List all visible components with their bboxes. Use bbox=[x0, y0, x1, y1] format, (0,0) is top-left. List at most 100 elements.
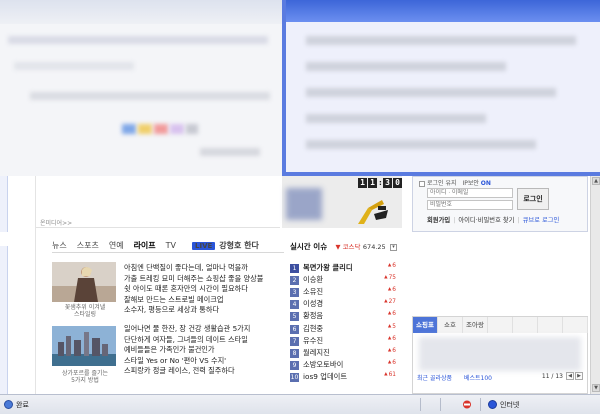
tab-extra[interactable] bbox=[488, 317, 513, 333]
find-account-link[interactable]: 아이디·비밀번호 찾기 bbox=[458, 217, 514, 224]
status-divider bbox=[440, 398, 441, 411]
issue-name[interactable]: 소유진 bbox=[303, 287, 323, 296]
prev-icon[interactable]: ◀ bbox=[566, 372, 574, 380]
blurred-popup bbox=[282, 0, 600, 176]
security-icon[interactable] bbox=[462, 400, 472, 409]
best-link[interactable]: 베스트100 bbox=[464, 375, 492, 382]
news-thumbnail[interactable] bbox=[52, 262, 116, 302]
news-thumbnail[interactable] bbox=[52, 326, 116, 366]
issue-rank: 9 bbox=[290, 360, 299, 370]
news-item[interactable]: 소수자, 평등으로 세상과 통하다 bbox=[124, 305, 284, 316]
banner-link[interactable]: 온미디어>> bbox=[40, 218, 72, 227]
issue-row[interactable]: 8 월레지진 6 bbox=[290, 348, 398, 359]
banner-box[interactable]: 온미디어>> bbox=[36, 176, 280, 228]
issue-row[interactable]: 10 ios9 업데이트 61 bbox=[290, 372, 398, 383]
news-item[interactable]: 예비들들은 가족인가 불건인가 bbox=[124, 345, 284, 356]
issue-name[interactable]: 황정음 bbox=[303, 311, 323, 320]
issue-change: 6 bbox=[388, 336, 396, 342]
issue-row[interactable]: 9 소방오토바이 6 bbox=[290, 360, 398, 371]
issue-row[interactable]: 6 김현중 5 bbox=[290, 324, 398, 335]
recent-link[interactable]: 최근 골라상품 bbox=[417, 375, 452, 382]
tab-news[interactable]: 뉴스 bbox=[52, 240, 67, 251]
issue-row[interactable]: 1 복면가왕 클리디 6 bbox=[290, 263, 398, 274]
tab-extra[interactable] bbox=[563, 317, 588, 333]
thumb-caption[interactable]: 꽃샘추위 이겨낼 스타일링 bbox=[50, 304, 120, 318]
scroll-down-icon[interactable]: ▼ bbox=[592, 384, 600, 392]
password-input[interactable] bbox=[427, 200, 513, 210]
news-item[interactable]: 일어나면 물 한잔, 장 건강 생활습관 5가지 bbox=[124, 324, 284, 335]
news-item[interactable]: 스피랑카 정글 레이스, 전력 질주하다 bbox=[124, 366, 284, 377]
issue-change: 61 bbox=[384, 372, 396, 378]
tab-shopping[interactable]: 쇼핑표 bbox=[413, 317, 438, 333]
news-item[interactable]: 아침엔 단백질이 좋다는데, 얼마나 먹을까 bbox=[124, 263, 284, 274]
tab-sports[interactable]: 스포츠 bbox=[77, 240, 99, 251]
fashion-photo-icon bbox=[52, 262, 116, 302]
shopping-tabs: 쇼핑표 쇼호 조아랑 bbox=[413, 317, 588, 333]
ip-security-label[interactable]: IP보안 bbox=[462, 180, 478, 187]
ip-security-toggle[interactable]: ON bbox=[481, 180, 491, 187]
id-input[interactable] bbox=[427, 188, 513, 198]
qr-login-link[interactable]: 큐브로 로그인 bbox=[523, 217, 560, 224]
issue-change: 27 bbox=[384, 299, 396, 305]
login-box: 로그인 유지 IP보안 ON 로그인 회원가입|아이디·비밀번호 찾기|큐브로 … bbox=[412, 176, 588, 232]
page-indicator: 11 / 13 bbox=[541, 373, 563, 380]
news-item[interactable]: 쉿 아이도 때론 혼자만의 시간이 필요하다 bbox=[124, 284, 284, 295]
issue-rank: 3 bbox=[290, 287, 299, 297]
tab-tv[interactable]: TV bbox=[166, 241, 176, 250]
news-item[interactable]: 단단하게 여자들, 그녀들의 데이트 스타일 bbox=[124, 335, 284, 346]
news-item[interactable]: 잘해보 만드는 스트로빌 메이크업 bbox=[124, 295, 284, 306]
keep-login-label[interactable]: 로그인 유지 bbox=[427, 180, 457, 187]
login-options: 로그인 유지 IP보안 ON bbox=[419, 178, 491, 187]
rail-strip bbox=[0, 246, 8, 394]
blurred-products bbox=[419, 337, 581, 371]
clock-digit: 1 bbox=[368, 178, 377, 188]
tab-life[interactable]: 라이프 bbox=[134, 240, 156, 251]
issue-name[interactable]: 월레지진 bbox=[303, 348, 330, 357]
vertical-scrollbar[interactable]: ▲ ▼ bbox=[590, 176, 600, 394]
tab-extra[interactable] bbox=[513, 317, 538, 333]
tab-joarang[interactable]: 조아랑 bbox=[463, 317, 488, 333]
dropdown-icon[interactable]: ▾ bbox=[390, 243, 398, 251]
tab-entertainment[interactable]: 연예 bbox=[109, 240, 124, 251]
issue-name[interactable]: 복면가왕 클리디 bbox=[303, 263, 353, 272]
kospi-label: ▼ 코스닥 bbox=[335, 243, 361, 251]
scroll-up-icon[interactable]: ▲ bbox=[592, 177, 600, 185]
news-nav-tabs: 뉴스 스포츠 연예 라이프 TV LIVE 강형호 한다 bbox=[52, 240, 259, 251]
keep-login-checkbox[interactable] bbox=[419, 180, 425, 187]
issue-rank: 6 bbox=[290, 324, 299, 334]
issue-rank: 8 bbox=[290, 348, 299, 358]
issue-change: 6 bbox=[388, 311, 396, 317]
issue-name[interactable]: ios9 업데이트 bbox=[303, 372, 347, 381]
issue-name[interactable]: 김현중 bbox=[303, 324, 323, 333]
issue-row[interactable]: 5 황정음 6 bbox=[290, 311, 398, 322]
blur-bar bbox=[30, 92, 270, 100]
issue-change: 6 bbox=[388, 360, 396, 366]
clock-separator: : bbox=[378, 178, 383, 187]
signup-link[interactable]: 회원가입 bbox=[427, 217, 450, 224]
issues-title[interactable]: 실시간 이슈 bbox=[290, 242, 327, 251]
promo-banner[interactable]: 1 1 : 3 0 bbox=[282, 176, 402, 228]
issue-row[interactable]: 7 유수진 6 bbox=[290, 336, 398, 347]
issue-name[interactable]: 유수진 bbox=[303, 336, 323, 345]
issue-name[interactable]: 이성경 bbox=[303, 299, 323, 308]
issue-name[interactable]: 소방오토바이 bbox=[303, 360, 343, 369]
live-badge[interactable]: LIVE bbox=[192, 241, 216, 250]
issue-rank: 2 bbox=[290, 275, 299, 285]
issue-change: 6 bbox=[388, 287, 396, 293]
blur-line bbox=[306, 88, 556, 97]
thumb-caption[interactable]: 상가포르를 즐기는 5가지 방법 bbox=[50, 370, 120, 384]
issue-name[interactable]: 이승환 bbox=[303, 275, 323, 284]
news-item[interactable]: 가출 트레킹 묘미 더해주는 쇼핑샵 좋을 양상불 bbox=[124, 274, 284, 285]
issue-row[interactable]: 2 이승환 75 bbox=[290, 275, 398, 286]
tab-show[interactable]: 쇼호 bbox=[438, 317, 463, 333]
login-button[interactable]: 로그인 bbox=[517, 188, 549, 210]
blur-bar bbox=[8, 36, 268, 44]
issue-row[interactable]: 3 소유진 6 bbox=[290, 287, 398, 298]
issue-row[interactable]: 4 이성경 27 bbox=[290, 299, 398, 310]
nav-divider bbox=[52, 252, 284, 253]
live-link[interactable]: 강형호 한다 bbox=[219, 240, 259, 251]
tab-extra[interactable] bbox=[538, 317, 563, 333]
login-links: 회원가입 | 아이디·비밀번호 찾기 | 큐브로 로그인 bbox=[427, 217, 560, 224]
news-item[interactable]: 스타일 Yes or No '편아 VS 수지' bbox=[124, 356, 284, 367]
next-icon[interactable]: ▶ bbox=[575, 372, 583, 380]
